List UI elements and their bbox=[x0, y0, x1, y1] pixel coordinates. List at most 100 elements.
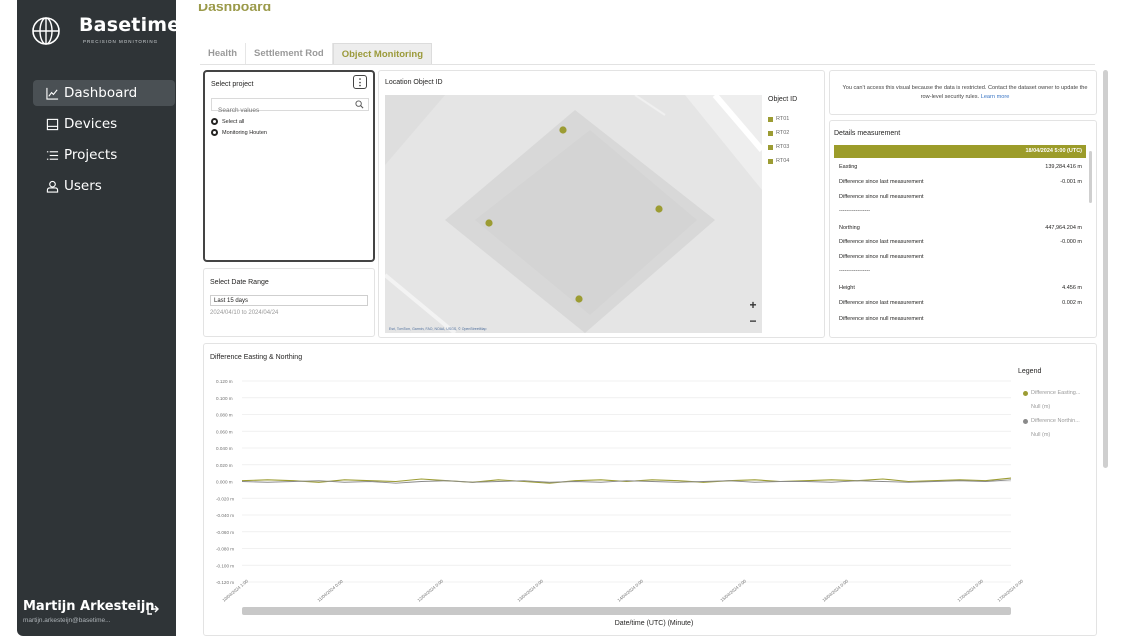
tab-divider bbox=[200, 64, 1095, 65]
legend-label: RT01 bbox=[776, 116, 790, 122]
sidebar: Basetime PRECISION MONITORING Dashboard … bbox=[17, 0, 180, 636]
device-icon bbox=[45, 117, 59, 131]
details-scrollbar[interactable] bbox=[1089, 151, 1092, 203]
map-marker-rt03[interactable] bbox=[655, 205, 663, 213]
tab-settlement-rod[interactable]: Settlement Rod bbox=[246, 43, 333, 65]
row-label: Difference since null measurement bbox=[839, 194, 924, 200]
legend-swatch bbox=[768, 158, 773, 164]
row-value: 139,284.416 m bbox=[1045, 164, 1082, 170]
row-value: -0.001 m bbox=[1060, 179, 1082, 185]
y-tick-label: -0.060 m bbox=[216, 530, 234, 535]
line-chart: 0.120 m 0.100 m 0.080 m 0.060 m 0.040 m 0.020… bbox=[216, 379, 1024, 603]
row-label: Easting bbox=[839, 164, 858, 170]
tab-object-monitoring[interactable]: Object Monitoring bbox=[332, 43, 433, 65]
legend-swatch bbox=[768, 116, 773, 122]
details-row: ----------------- bbox=[839, 208, 1082, 214]
report-tabs: Health Settlement Rod Object Monitoring bbox=[200, 43, 433, 65]
row-label: Difference since last measurement bbox=[839, 239, 924, 245]
row-label: Height bbox=[839, 285, 855, 291]
sidebar-item-dashboard[interactable]: Dashboard bbox=[33, 80, 175, 106]
option-select-all[interactable]: Select all bbox=[211, 118, 244, 125]
more-options-button[interactable]: ⋮ bbox=[353, 75, 367, 89]
page-title: Dashboard bbox=[198, 4, 272, 14]
details-row: Difference since last measurement -0.001 … bbox=[839, 179, 1082, 185]
difference-chart-visual: Difference Easting & Northing 0.120 m 0.1… bbox=[203, 343, 1097, 636]
search-icon bbox=[355, 100, 364, 109]
legend-item-northing[interactable]: Difference Northin... bbox=[1023, 418, 1080, 424]
date-range-text: 2024/04/10 to 2024/04/24 bbox=[210, 310, 279, 316]
chart-legend-title: Legend bbox=[1018, 368, 1042, 375]
page-scrollbar[interactable] bbox=[1103, 70, 1108, 468]
option-label: Monitoring Houten bbox=[222, 129, 267, 136]
row-label: ----------------- bbox=[839, 208, 871, 214]
legend-item-rt02[interactable]: RT02 bbox=[768, 130, 789, 136]
search-box bbox=[211, 98, 369, 116]
x-axis-title: Date/time (UTC) (Minute) bbox=[614, 620, 694, 627]
y-tick-label: -0.080 m bbox=[216, 547, 234, 552]
radio-icon bbox=[211, 118, 218, 125]
radio-icon bbox=[211, 129, 218, 136]
map-canvas[interactable]: + − Esri, TomTom, Garmin, FAO, NOAA, USG… bbox=[385, 95, 762, 333]
option-monitoring-houten[interactable]: Monitoring Houten bbox=[211, 129, 267, 136]
sidebar-item-label: Projects bbox=[64, 147, 118, 163]
search-input[interactable] bbox=[212, 105, 352, 116]
row-value: -0.000 m bbox=[1060, 239, 1082, 245]
sidebar-item-users[interactable]: Users bbox=[33, 173, 175, 199]
legend-item-easting[interactable]: Difference Easting... bbox=[1023, 390, 1080, 396]
details-row: ----------------- bbox=[839, 268, 1082, 274]
sidebar-item-label: Devices bbox=[64, 116, 118, 132]
row-value: 447,964.204 m bbox=[1045, 225, 1082, 231]
y-tick-label: -0.100 m bbox=[216, 563, 234, 568]
details-title: Details measurement bbox=[834, 130, 901, 137]
restricted-message: You can't access this visual because the… bbox=[842, 84, 1088, 102]
y-tick-label: 0.040 m bbox=[216, 446, 233, 451]
map-marker-rt02[interactable] bbox=[485, 219, 493, 227]
row-label: Difference since null measurement bbox=[839, 254, 924, 260]
row-label: Difference since null measurement bbox=[839, 316, 924, 322]
y-tick-label: 0.000 m bbox=[216, 480, 233, 485]
date-range-input[interactable]: Last 15 days bbox=[210, 295, 368, 306]
y-tick-label: -0.020 m bbox=[216, 496, 234, 501]
list-icon bbox=[45, 148, 59, 162]
select-project-slicer: Select project ⋮ Select all Monitoring H… bbox=[203, 70, 375, 262]
zoom-in-button[interactable]: + bbox=[746, 298, 760, 312]
map-marker-rt04[interactable] bbox=[575, 295, 583, 303]
y-tick-label: 0.060 m bbox=[216, 429, 233, 434]
select-project-title: Select project bbox=[211, 81, 254, 88]
legend-item-rt01[interactable]: RT01 bbox=[768, 116, 789, 122]
sidebar-item-projects[interactable]: Projects bbox=[33, 142, 175, 168]
row-label: Difference since last measurement bbox=[839, 300, 924, 306]
legend-item-rt03[interactable]: RT03 bbox=[768, 144, 789, 150]
sidebar-item-label: Dashboard bbox=[64, 85, 138, 101]
restricted-text: You can't access this visual because the… bbox=[842, 85, 1088, 100]
brand-name: Basetime bbox=[79, 14, 181, 36]
user-icon bbox=[45, 179, 59, 193]
chart-line-icon bbox=[45, 86, 59, 100]
y-tick-label: 0.080 m bbox=[216, 413, 233, 418]
sidebar-item-devices[interactable]: Devices bbox=[33, 111, 175, 137]
legend-dot bbox=[1023, 418, 1028, 424]
date-range-slicer: Select Date Range Last 15 days 2024/04/1… bbox=[203, 268, 375, 337]
legend-item-rt04[interactable]: RT04 bbox=[768, 158, 789, 164]
legend-label: RT02 bbox=[776, 130, 790, 136]
globe-logo-icon bbox=[32, 17, 60, 45]
zoom-out-button[interactable]: − bbox=[746, 314, 760, 328]
chart-horizontal-scrollbar[interactable] bbox=[242, 607, 1011, 615]
learn-more-link[interactable]: Learn more bbox=[981, 94, 1010, 100]
map-markers bbox=[485, 126, 663, 303]
logout-icon[interactable] bbox=[147, 603, 159, 615]
option-label: Select all bbox=[222, 118, 245, 125]
legend-label: Difference Northin... bbox=[1031, 418, 1080, 424]
details-row: Difference since last measurement 0.002 m bbox=[839, 300, 1082, 306]
map-attribution: Esri, TomTom, Garmin, FAO, NOAA, USGS, ©… bbox=[389, 327, 487, 331]
details-row: Easting 139,284.416 m bbox=[839, 164, 1082, 170]
map-marker-rt01[interactable] bbox=[559, 126, 567, 134]
map-legend-title: Object ID bbox=[768, 96, 798, 103]
user-email: martijn.arkesteijn@basetime... bbox=[23, 617, 111, 624]
row-value: 0.002 m bbox=[1062, 300, 1082, 306]
details-row: Northing 447,964.204 m bbox=[839, 225, 1082, 231]
brand-logo[interactable]: Basetime PRECISION MONITORING bbox=[31, 14, 180, 50]
legend-dot bbox=[1023, 390, 1028, 396]
map-title: Location Object ID bbox=[385, 79, 443, 86]
tab-health[interactable]: Health bbox=[200, 43, 247, 65]
